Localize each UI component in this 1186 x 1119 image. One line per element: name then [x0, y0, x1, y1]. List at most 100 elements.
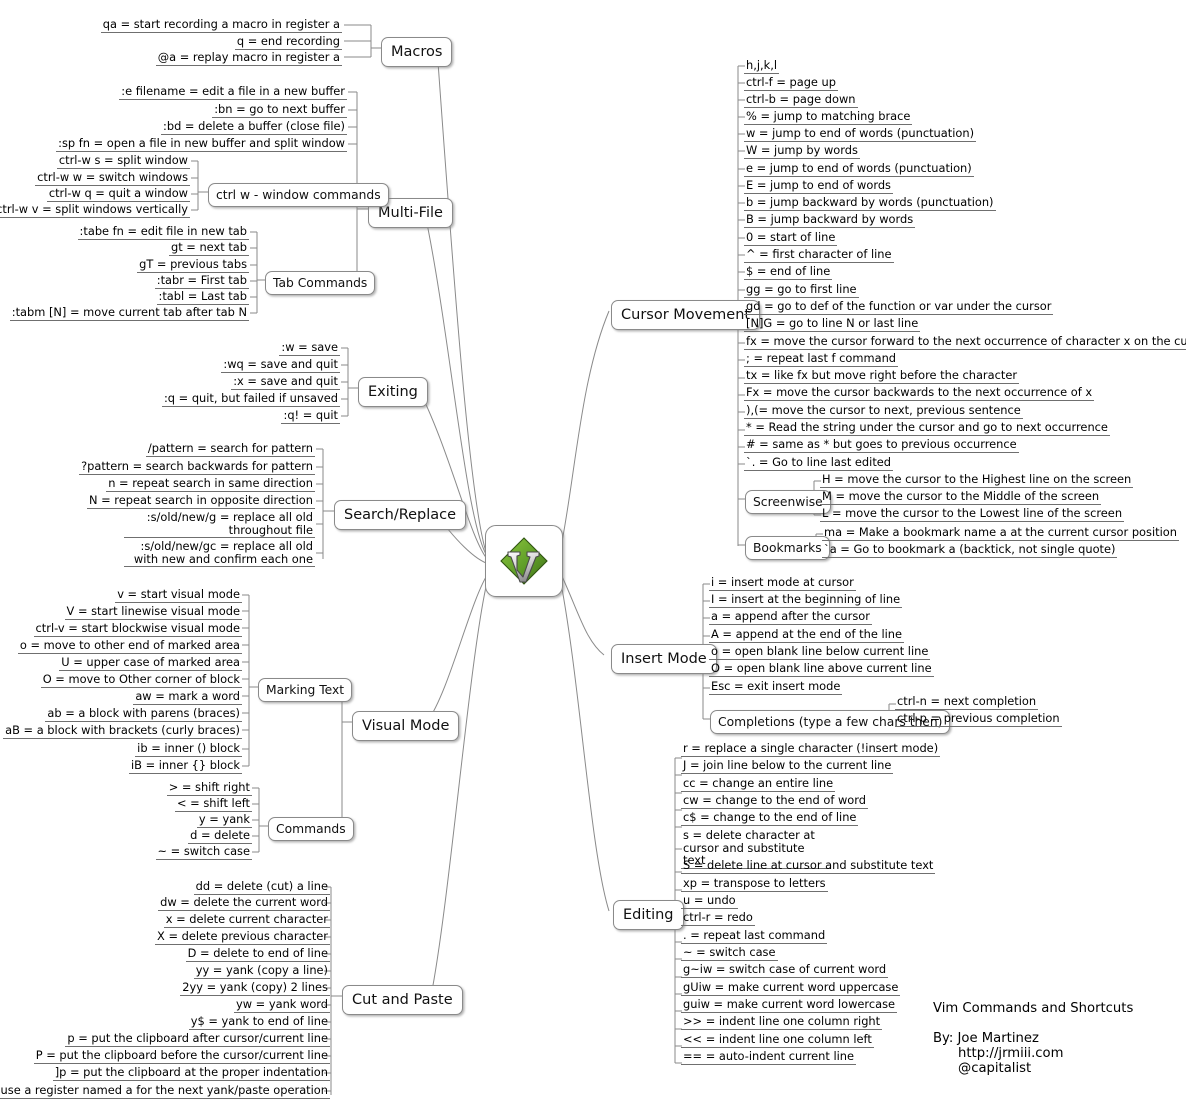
leaf-item: J = join line below to the current line	[681, 758, 894, 774]
leaf-item: @a = replay macro in register a	[155, 50, 342, 66]
leaf-item: == = auto-indent current line	[681, 1049, 857, 1065]
leaf-item: . = repeat last command	[681, 928, 828, 944]
subtopic-screenwise[interactable]: Screenwise	[745, 490, 831, 514]
leaf-item: $ = end of line	[744, 264, 833, 280]
leaf-item: Esc = exit insert mode	[709, 679, 843, 695]
leaf-item: I = insert at the beginning of line	[709, 592, 903, 608]
subtopic-tab-commands-label: Tab Commands	[273, 276, 368, 290]
leaf-item: O = open blank line above current line	[709, 661, 934, 677]
leaf-item: `. = Go to line last edited	[744, 455, 894, 471]
leaf-item: ctrl-p = previous completion	[895, 711, 1062, 727]
leaf-item: [N]G = go to line N or last line	[744, 316, 921, 332]
leaf-item: ctrl-r = redo	[681, 910, 755, 926]
leaf-item: v = start visual mode	[115, 587, 242, 603]
subtopic-marking-text-label: Marking Text	[266, 683, 345, 697]
leaf-item: ; = repeat last f command	[744, 351, 899, 367]
leaf-item: yw = yank word	[234, 997, 330, 1013]
leaf-item: /pattern = search for pattern	[145, 441, 315, 457]
leaf-item: g~iw = switch case of current word	[681, 962, 889, 978]
leaf-item: d = delete	[188, 828, 252, 844]
leaf-item: :wq = save and quit	[221, 357, 340, 373]
leaf-item: yy = yank (copy a line)	[193, 963, 330, 979]
topic-cursor-movement[interactable]: Cursor Movement	[611, 300, 761, 330]
subtopic-tab-commands[interactable]: Tab Commands	[265, 271, 376, 295]
leaf-item: :w = save	[279, 340, 340, 356]
leaf-item: B = jump backward by words	[744, 212, 916, 228]
topic-editing-label: Editing	[623, 907, 674, 923]
leaf-item: gT = previous tabs	[137, 257, 249, 273]
subtopic-window-commands[interactable]: ctrl w - window commands	[208, 183, 389, 207]
leaf-item: < = shift left	[175, 796, 252, 812]
leaf-item: cc = change an entire line	[681, 776, 836, 792]
topic-cut-and-paste[interactable]: Cut and Paste	[342, 985, 463, 1015]
leaf-item: :bd = delete a buffer (close file)	[161, 119, 347, 135]
leaf-item: gUiw = make current word uppercase	[681, 980, 901, 996]
leaf-item: u = undo	[681, 893, 738, 909]
leaf-item: "a = use a register named a for the next…	[0, 1083, 330, 1099]
leaf-item: ctrl-w s = split window	[56, 153, 190, 169]
leaf-item: iB = inner {} block	[128, 758, 242, 774]
topic-search-replace[interactable]: Search/Replace	[334, 500, 467, 530]
leaf-item: * = Read the string under the cursor and…	[744, 420, 1110, 436]
leaf-item: ctrl-n = next completion	[895, 694, 1039, 710]
leaf-item: O = move to Other corner of block	[40, 672, 242, 688]
leaf-item: c$ = change to the end of line	[681, 810, 859, 826]
leaf-item: D = delete to end of line	[185, 946, 330, 962]
leaf-item: i = insert mode at cursor	[709, 575, 856, 591]
leaf-item: o = move to other end of marked area	[17, 638, 242, 654]
subtopic-marking-text[interactable]: Marking Text	[258, 678, 353, 702]
leaf-item: dw = delete the current word	[158, 895, 330, 911]
topic-multi-file-label: Multi-File	[378, 205, 443, 221]
leaf-item: aw = mark a word	[133, 689, 242, 705]
leaf-item: :x = save and quit	[231, 374, 340, 390]
leaf-item: n = repeat search in same direction	[106, 476, 315, 492]
leaf-item: :q = quit, but failed if unsaved	[161, 391, 340, 407]
leaf-item: a = append after the cursor	[709, 609, 872, 625]
leaf-item: ib = inner () block	[135, 741, 242, 757]
topic-editing[interactable]: Editing	[613, 900, 684, 930]
leaf-item: ~ = switch case	[155, 844, 252, 860]
central-node-vim[interactable]	[485, 525, 563, 597]
credits-twitter[interactable]: @capitalist	[958, 1060, 1031, 1077]
leaf-item: guiw = make current word lowercase	[681, 997, 898, 1013]
leaf-item: o = open blank line below current line	[709, 644, 931, 660]
leaf-item: > = shift right	[166, 780, 252, 796]
leaf-item: r = replace a single character (!insert …	[681, 741, 941, 757]
leaf-item: W = jump by words	[744, 143, 860, 159]
leaf-item: ctrl-b = page down	[744, 92, 858, 108]
leaf-item: qa = start recording a macro in register…	[100, 17, 342, 33]
leaf-item: y$ = yank to end of line	[188, 1014, 330, 1030]
subtopic-bookmarks[interactable]: Bookmarks	[745, 536, 830, 560]
leaf-item: :tabm [N] = move current tab after tab N	[9, 305, 249, 321]
leaf-item: q = end recording	[234, 34, 342, 50]
leaf-item: ?pattern = search backwards for pattern	[79, 459, 315, 475]
leaf-item: # = same as * but goes to previous occur…	[744, 437, 1019, 453]
leaf-item: ctrl-v = start blockwise visual mode	[33, 621, 242, 637]
topic-exiting[interactable]: Exiting	[358, 377, 428, 407]
leaf-item: fx = move the cursor forward to the next…	[744, 334, 1186, 350]
topic-visual-mode-label: Visual Mode	[362, 718, 450, 734]
credits-title: Vim Commands and Shortcuts	[933, 1001, 1134, 1016]
topic-visual-mode[interactable]: Visual Mode	[352, 711, 460, 741]
leaf-item: % = jump to matching brace	[744, 109, 913, 125]
topic-cursor-movement-label: Cursor Movement	[621, 307, 751, 323]
leaf-item: :sp fn = open a file in new buffer and s…	[56, 136, 347, 152]
topic-insert-mode[interactable]: Insert Mode	[611, 644, 717, 674]
topic-macros[interactable]: Macros	[381, 37, 453, 67]
subtopic-visual-commands[interactable]: Commands	[268, 817, 354, 841]
leaf-item: ctrl-w w = switch windows	[35, 170, 190, 186]
leaf-item: dd = delete (cut) a line	[193, 879, 330, 895]
leaf-item: :q! = quit	[281, 408, 340, 424]
leaf-item: U = upper case of marked area	[59, 655, 242, 671]
leaf-item: >> = indent line one column right	[681, 1014, 883, 1030]
leaf-item: ~ = switch case	[681, 945, 778, 961]
leaf-item: L = move the cursor to the Lowest line o…	[820, 506, 1125, 522]
leaf-item: w = jump to end of words (punctuation)	[744, 126, 977, 142]
leaf-item: :e filename = edit a file in a new buffe…	[119, 84, 347, 100]
leaf-item: ]p = put the clipboard at the proper ind…	[52, 1065, 330, 1081]
leaf-item: ),(= move the cursor to next, previous s…	[744, 403, 1023, 419]
leaf-item: P = put the clipboard before the cursor/…	[33, 1048, 330, 1064]
leaf-item: E = jump to end of words	[744, 178, 893, 194]
leaf-item: 2yy = yank (copy) 2 lines	[180, 980, 330, 996]
leaf-item: ctrl-w q = quit a window	[46, 186, 190, 202]
